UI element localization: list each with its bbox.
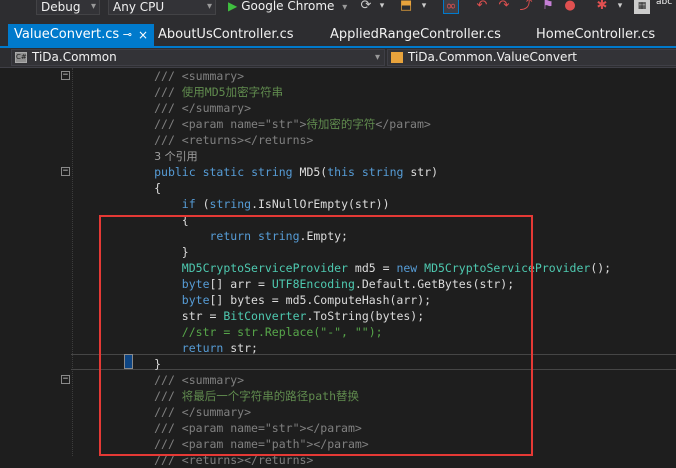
spellcheck-button[interactable]: abc bbox=[656, 0, 676, 14]
run-target-label: Google Chrome bbox=[241, 0, 335, 13]
browser-link-icon[interactable]: ⬒ bbox=[398, 0, 414, 14]
chevron-down-icon: ▾ bbox=[374, 52, 380, 63]
fold-collapse-icon[interactable]: − bbox=[61, 375, 70, 384]
tab-aboutuscontroller[interactable]: AboutUsController.cs bbox=[152, 24, 312, 46]
chevron-down-icon[interactable]: ▾ bbox=[374, 0, 390, 14]
codelens-references[interactable]: 3 个引用 bbox=[71, 148, 198, 164]
step-back-icon[interactable]: ↶ bbox=[474, 0, 490, 14]
pin-icon[interactable]: ⊸ bbox=[123, 24, 132, 46]
code-line: /// <returns></returns> bbox=[154, 133, 314, 147]
code-editor[interactable]: − − − /// <summary> /// 使用MD5加密字符串 /// <… bbox=[0, 68, 676, 467]
solution-config-value: Debug bbox=[41, 0, 81, 14]
close-icon[interactable]: × bbox=[138, 24, 148, 46]
tab-appliedrangecontroller[interactable]: AppliedRangeController.cs bbox=[324, 24, 510, 46]
annotation-highlight-box bbox=[99, 215, 533, 456]
class-dropdown[interactable]: TiDa.Common.ValueConvert bbox=[387, 49, 676, 66]
chevron-down-icon: ▾ bbox=[342, 2, 348, 13]
chevron-down-icon: ▾ bbox=[90, 1, 96, 12]
tab-label: HomeController.cs bbox=[536, 27, 656, 42]
tab-valueconvert[interactable]: ValueConvert.cs ⊸ × bbox=[8, 24, 154, 46]
navigation-bar: C# TiDa.Common ▾ TiDa.Common.ValueConver… bbox=[0, 48, 676, 68]
code-line: public static string MD5(this string str… bbox=[154, 165, 439, 179]
code-line: if (string.IsNullOrEmpty(str)) bbox=[181, 197, 390, 211]
step-over-icon[interactable]: ↷ bbox=[496, 0, 512, 14]
refresh-icon[interactable]: ⟳ bbox=[358, 0, 374, 14]
chevron-down-icon: ▾ bbox=[206, 1, 212, 12]
code-line: /// <summary> bbox=[154, 69, 245, 83]
code-line: { bbox=[154, 181, 162, 195]
tab-label: AppliedRangeController.cs bbox=[330, 27, 501, 42]
tab-label: ValueConvert.cs bbox=[14, 27, 120, 42]
chevron-down-icon[interactable]: ▾ bbox=[416, 0, 432, 14]
bookmark-icon[interactable]: ⚑ bbox=[540, 0, 556, 14]
play-icon: ▶ bbox=[228, 0, 238, 13]
platform-value: Any CPU bbox=[113, 0, 165, 14]
class-icon bbox=[391, 52, 403, 63]
fold-collapse-icon[interactable]: − bbox=[61, 71, 70, 80]
platform-dropdown[interactable]: Any CPU ▾ bbox=[108, 0, 216, 15]
document-tab-strip: ValueConvert.cs ⊸ × AboutUsController.cs… bbox=[0, 20, 676, 48]
code-line: /// <param name="str">待加密的字符</param> bbox=[154, 117, 431, 131]
breakpoint-icon[interactable]: ● bbox=[562, 0, 578, 14]
glasses-icon[interactable]: ∞ bbox=[443, 0, 459, 14]
tool-icon[interactable]: ▦ bbox=[634, 0, 650, 14]
class-name: TiDa.Common.ValueConvert bbox=[408, 50, 577, 64]
spellcheck-icon[interactable]: ✱ bbox=[594, 0, 610, 14]
code-line: /// </summary> bbox=[154, 101, 252, 115]
start-debug-button[interactable]: ▶ Google Chrome ▾ bbox=[228, 0, 347, 15]
project-name: TiDa.Common bbox=[32, 50, 117, 64]
spellcheck-label: abc bbox=[656, 0, 673, 7]
step-out-icon[interactable]: ⤴ bbox=[518, 0, 534, 14]
project-dropdown[interactable]: C# TiDa.Common ▾ bbox=[11, 49, 385, 66]
tab-homecontroller[interactable]: HomeController.cs bbox=[530, 24, 676, 46]
editor-margin bbox=[0, 68, 54, 456]
code-line: /// 使用MD5加密字符串 bbox=[154, 85, 284, 99]
csharp-project-icon: C# bbox=[15, 52, 27, 63]
fold-collapse-icon[interactable]: − bbox=[61, 167, 70, 176]
solution-config-dropdown[interactable]: Debug ▾ bbox=[36, 0, 100, 15]
toolbar: Debug ▾ Any CPU ▾ ▶ Google Chrome ▾ ⟳ ▾ ⬒… bbox=[0, 0, 676, 20]
tab-label: AboutUsController.cs bbox=[158, 27, 294, 42]
chevron-down-icon[interactable]: ▾ bbox=[612, 0, 628, 14]
